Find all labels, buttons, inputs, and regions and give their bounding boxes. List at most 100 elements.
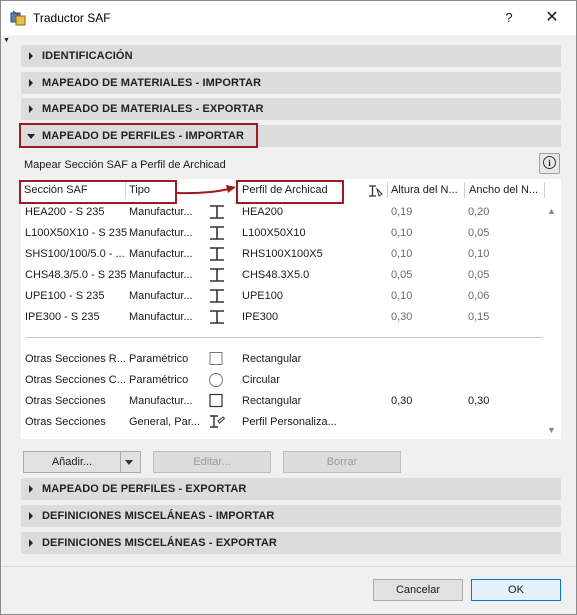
section-label: DEFINICIONES MISCELÁNEAS - IMPORTAR xyxy=(42,510,275,522)
column-header-height[interactable]: Altura del N... xyxy=(388,179,463,201)
cell-height: 0,30 xyxy=(391,311,413,323)
cell-profile: Perfil Personaliza... xyxy=(242,416,337,428)
cell-type: Manufactur... xyxy=(129,395,193,407)
cell-profile: Circular xyxy=(242,374,280,386)
cell-section: Otras Secciones C... xyxy=(25,374,126,386)
cell-profile: RHS100X100X5 xyxy=(242,248,323,260)
column-header-width[interactable]: Ancho del N... xyxy=(466,179,544,201)
i-beam-icon xyxy=(210,289,224,303)
cell-section: Otras Secciones xyxy=(25,395,106,407)
cell-section: L100X50X10 - S 235 xyxy=(25,227,127,239)
i-beam-icon xyxy=(210,226,224,240)
dropdown-caret-icon[interactable] xyxy=(125,460,133,465)
close-button[interactable]: ✕ xyxy=(536,5,568,31)
square-icon xyxy=(209,352,223,365)
custom-profile-icon xyxy=(210,415,226,428)
section-profile-mapping-export[interactable]: MAPEADO DE PERFILES - EXPORTAR xyxy=(21,478,561,500)
cell-section: IPE300 - S 235 xyxy=(25,311,100,323)
i-beam-icon xyxy=(210,247,224,261)
add-split-divider xyxy=(120,452,121,472)
section-label: MAPEADO DE MATERIALES - EXPORTAR xyxy=(42,103,264,115)
i-beam-icon xyxy=(210,310,224,324)
profile-type-column-icon xyxy=(369,185,383,197)
section-misc-definitions-import[interactable]: DEFINICIONES MISCELÁNEAS - IMPORTAR xyxy=(21,505,561,527)
cell-section: Otras Secciones R... xyxy=(25,353,126,365)
ok-button[interactable]: OK xyxy=(471,579,561,601)
panel-subtitle: Mapear Sección SAF a Perfil de Archicad xyxy=(24,159,226,171)
cancel-button[interactable]: Cancelar xyxy=(373,579,463,601)
highlight-box-saf-columns xyxy=(19,180,177,204)
cell-type: Manufactur... xyxy=(129,248,193,260)
square-icon xyxy=(209,393,223,408)
circle-icon xyxy=(209,373,223,387)
window-title: Traductor SAF xyxy=(33,11,111,25)
section-label: MAPEADO DE MATERIALES - IMPORTAR xyxy=(42,77,262,89)
cell-width: 0,10 xyxy=(468,248,490,260)
cell-type: Manufactur... xyxy=(129,227,193,239)
cell-width: 0,15 xyxy=(468,311,490,323)
cell-profile: Rectangular xyxy=(242,353,302,365)
cell-height: 0,10 xyxy=(391,227,413,239)
title-bar: Traductor SAF ? ✕ xyxy=(1,1,576,35)
cell-profile: L100X50X10 xyxy=(242,227,306,239)
cell-section: UPE100 - S 235 xyxy=(25,290,105,302)
scroll-up-arrow-icon[interactable]: ▲ xyxy=(547,206,556,216)
cell-width: 0,05 xyxy=(468,269,490,281)
section-material-mapping-import[interactable]: MAPEADO DE MATERIALES - IMPORTAR xyxy=(21,72,561,94)
cell-height: 0,10 xyxy=(391,290,413,302)
section-material-mapping-export[interactable]: MAPEADO DE MATERIALES - EXPORTAR xyxy=(21,98,561,120)
help-button[interactable]: ? xyxy=(495,5,523,31)
cell-section: Otras Secciones xyxy=(25,416,106,428)
cell-type: General, Par... xyxy=(129,416,200,428)
cell-width: 0,06 xyxy=(468,290,490,302)
cell-section: CHS48.3/5.0 - S 235 xyxy=(25,269,127,281)
collapse-arrow-icon[interactable]: ▼ xyxy=(3,37,10,44)
cell-section: SHS100/100/5.0 - ... xyxy=(25,248,125,260)
delete-button[interactable]: Borrar xyxy=(283,451,401,473)
add-button-label: Añadir... xyxy=(51,456,93,468)
section-identification[interactable]: IDENTIFICACIÓN xyxy=(21,45,561,67)
cell-section: HEA200 - S 235 xyxy=(25,206,105,218)
cell-profile: Rectangular xyxy=(242,395,302,407)
footer-divider xyxy=(1,566,576,567)
cell-type: Manufactur... xyxy=(129,206,193,218)
expand-triangle-icon xyxy=(29,79,33,87)
expand-triangle-icon xyxy=(29,52,33,60)
cell-width: 0,05 xyxy=(468,227,490,239)
i-beam-icon xyxy=(210,205,224,219)
cell-width: 0,20 xyxy=(468,206,490,218)
profile-mapping-table: Sección SAF Tipo Perfil de Archicad Altu… xyxy=(21,179,561,439)
saf-translator-dialog: Traductor SAF ? ✕ ▼ IDENTIFICACIÓN MAPEA… xyxy=(0,0,577,615)
cell-type: Manufactur... xyxy=(129,311,193,323)
expand-triangle-icon xyxy=(29,485,33,493)
i-beam-icon xyxy=(210,268,224,282)
section-label: IDENTIFICACIÓN xyxy=(42,50,133,62)
info-icon: i xyxy=(543,156,556,169)
scroll-down-arrow-icon[interactable]: ▼ xyxy=(547,425,556,435)
expand-triangle-icon xyxy=(29,105,33,113)
cell-profile: UPE100 xyxy=(242,290,283,302)
cell-type: Manufactur... xyxy=(129,269,193,281)
highlight-box-section xyxy=(19,123,258,148)
highlight-box-archicad-column xyxy=(236,180,344,204)
add-button[interactable]: Añadir... xyxy=(23,451,141,473)
expand-triangle-icon xyxy=(29,539,33,547)
cell-height: 0,19 xyxy=(391,206,413,218)
cell-type: Manufactur... xyxy=(129,290,193,302)
saf-app-icon xyxy=(10,10,26,26)
section-label: MAPEADO DE PERFILES - EXPORTAR xyxy=(42,483,247,495)
table-divider xyxy=(26,337,543,338)
cell-profile: IPE300 xyxy=(242,311,279,323)
info-button[interactable]: i xyxy=(539,153,560,174)
cell-type: Paramétrico xyxy=(129,374,189,386)
cell-height: 0,30 xyxy=(391,395,413,407)
column-separator xyxy=(544,182,545,198)
column-separator xyxy=(464,182,465,198)
edit-button[interactable]: Editar... xyxy=(153,451,271,473)
expand-triangle-icon xyxy=(29,512,33,520)
section-label: DEFINICIONES MISCELÁNEAS - EXPORTAR xyxy=(42,537,277,549)
cell-profile: HEA200 xyxy=(242,206,283,218)
section-misc-definitions-export[interactable]: DEFINICIONES MISCELÁNEAS - EXPORTAR xyxy=(21,532,561,554)
cell-type: Paramétrico xyxy=(129,353,189,365)
mapping-arrow-icon xyxy=(177,185,236,195)
